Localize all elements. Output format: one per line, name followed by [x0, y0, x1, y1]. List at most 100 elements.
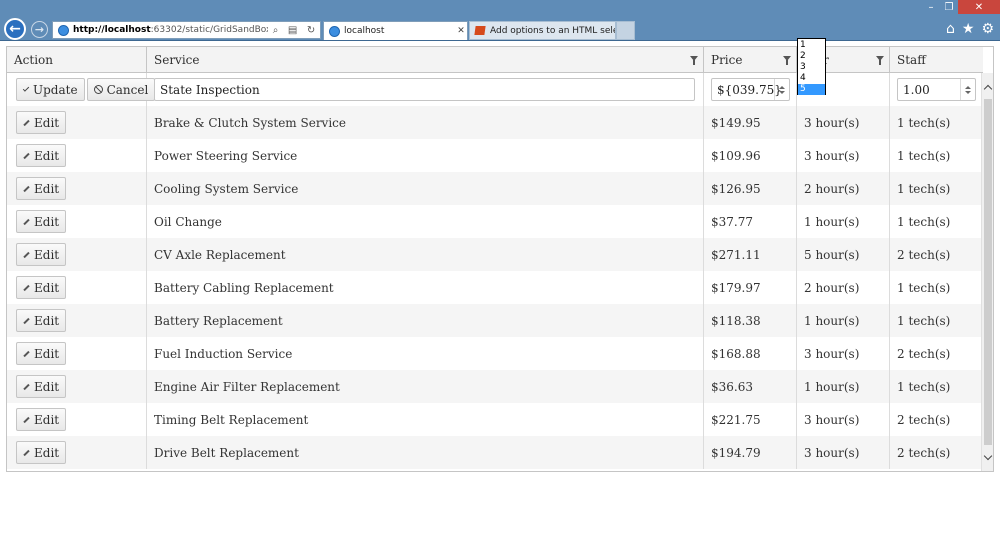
hour-cell: 1 hour(s): [797, 370, 890, 403]
column-header-service[interactable]: Service: [147, 47, 704, 73]
restore-button[interactable]: ❐: [940, 0, 958, 14]
edit-button[interactable]: Edit: [16, 375, 67, 398]
hour-option[interactable]: 5: [798, 84, 825, 95]
vertical-scrollbar[interactable]: [981, 73, 993, 471]
edit-label: Edit: [34, 148, 60, 163]
close-tab-icon[interactable]: ✕: [455, 26, 467, 36]
star-icon[interactable]: ★: [962, 21, 975, 37]
pencil-icon: [23, 383, 30, 390]
scroll-thumb[interactable]: [984, 99, 992, 445]
edit-button[interactable]: Edit: [16, 309, 67, 332]
service-cell: Battery Cabling Replacement: [147, 271, 704, 304]
table-row[interactable]: Edit Battery Cabling Replacement $179.97 2 …: [7, 271, 983, 304]
edit-button[interactable]: Edit: [16, 111, 67, 134]
pencil-icon: [23, 251, 30, 258]
column-label: Action: [14, 53, 53, 67]
table-row[interactable]: Edit Battery Replacement $118.38 1 hour(s) 1…: [7, 304, 983, 337]
table-row[interactable]: Edit Engine Air Filter Replacement $36.63 1…: [7, 370, 983, 403]
increase-icon[interactable]: [779, 85, 785, 89]
compat-view-icon[interactable]: ▤: [288, 25, 297, 36]
hour-option[interactable]: 4: [798, 73, 825, 84]
edit-label: Edit: [34, 214, 60, 229]
price-cell: $271.11: [704, 238, 797, 271]
pencil-icon: [23, 185, 30, 192]
staff-cell: 1 tech(s): [897, 379, 951, 394]
edit-button[interactable]: Edit: [16, 177, 67, 200]
table-row[interactable]: Edit Oil Change $37.77 1 hour(s) 1 tech(s): [7, 205, 983, 238]
table-row[interactable]: Edit Brake & Clutch System Service $149.95…: [7, 106, 983, 139]
action-cell: Update Cancel: [7, 73, 156, 106]
new-tab-button[interactable]: [616, 21, 635, 40]
decrease-icon[interactable]: [965, 90, 971, 94]
table-row[interactable]: Edit Drive Belt Replacement $194.79 3 hour(…: [7, 436, 983, 469]
edit-button[interactable]: Edit: [16, 342, 67, 365]
address-bar[interactable]: http://localhost:63302/static/GridSandBo…: [52, 21, 321, 39]
forward-button[interactable]: →: [31, 21, 48, 38]
price-cell: $37.77: [704, 205, 797, 238]
hour-cell: 5 hour(s): [797, 238, 890, 271]
gear-icon[interactable]: ⚙: [981, 21, 994, 37]
cancel-button[interactable]: Cancel: [86, 78, 156, 101]
hour-cell: 3 hour(s): [797, 436, 890, 469]
staff-cell: 1 tech(s): [897, 148, 951, 163]
edit-button[interactable]: Edit: [16, 276, 67, 299]
table-row[interactable]: Edit Power Steering Service $109.96 3 hour(…: [7, 139, 983, 172]
update-button[interactable]: Update: [16, 78, 85, 101]
staff-cell: 1 tech(s): [897, 115, 951, 130]
url-text[interactable]: http://localhost:63302/static/GridSandBo…: [73, 25, 268, 35]
action-cell: Edit: [7, 436, 147, 469]
service-cell: Cooling System Service: [147, 172, 704, 205]
edit-button[interactable]: Edit: [16, 441, 67, 464]
arrow-left-icon: ←: [9, 21, 21, 37]
chevron-up-icon: [983, 84, 993, 93]
browser-toolbar: ⌂ ★ ⚙: [946, 21, 994, 37]
staff-spinner[interactable]: [960, 79, 975, 100]
table-row[interactable]: Edit CV Axle Replacement $271.11 5 hour(s) 2…: [7, 238, 983, 271]
stackoverflow-icon: [474, 26, 486, 35]
edit-button[interactable]: Edit: [16, 210, 67, 233]
hour-option[interactable]: 3: [798, 62, 825, 73]
tab-label: localhost: [344, 26, 385, 36]
pencil-icon: [23, 119, 30, 126]
tab-localhost[interactable]: localhost ✕: [323, 21, 468, 40]
filter-icon[interactable]: [690, 56, 698, 65]
tab-add-options[interactable]: Add options to an HTML selec...: [469, 21, 616, 40]
address-bar-icons: ⌕ ▤ ↻: [268, 25, 320, 36]
edit-label: Edit: [34, 445, 60, 460]
action-cell: Edit: [7, 139, 147, 172]
staff-input[interactable]: 1.00: [897, 78, 976, 101]
scroll-up-button[interactable]: [982, 79, 993, 95]
refresh-icon[interactable]: ↻: [307, 25, 315, 36]
edit-button[interactable]: Edit: [16, 243, 67, 266]
back-button[interactable]: ←: [4, 18, 26, 40]
hour-option[interactable]: 1: [798, 40, 825, 51]
service-cell: Oil Change: [147, 205, 704, 238]
service-cell: Power Steering Service: [147, 139, 704, 172]
service-cell: Drive Belt Replacement: [147, 436, 704, 469]
price-spinner[interactable]: [774, 79, 789, 100]
close-window-button[interactable]: ✕: [958, 0, 1000, 14]
scroll-down-button[interactable]: [982, 449, 993, 465]
table-row[interactable]: Edit Timing Belt Replacement $221.75 3 hour…: [7, 403, 983, 436]
action-cell: Edit: [7, 238, 147, 271]
action-cell: Edit: [7, 205, 147, 238]
price-input[interactable]: ${039.75}: [711, 78, 790, 101]
service-input[interactable]: State Inspection: [154, 78, 695, 101]
home-icon[interactable]: ⌂: [946, 21, 955, 37]
column-header-price[interactable]: Price: [704, 47, 797, 73]
filter-icon[interactable]: [783, 56, 791, 65]
edit-button[interactable]: Edit: [16, 408, 67, 431]
hour-select-list[interactable]: 12345: [797, 38, 826, 95]
action-cell: Edit: [7, 337, 147, 370]
table-row[interactable]: Edit Fuel Induction Service $168.88 3 hour(…: [7, 337, 983, 370]
minimize-button[interactable]: –: [922, 0, 940, 14]
url-host: http://localhost: [73, 25, 151, 35]
decrease-icon[interactable]: [779, 90, 785, 94]
filter-icon[interactable]: [876, 56, 884, 65]
hour-option[interactable]: 2: [798, 51, 825, 62]
staff-cell: 1 tech(s): [897, 280, 951, 295]
search-icon[interactable]: ⌕: [273, 25, 279, 36]
table-row[interactable]: Edit Cooling System Service $126.95 2 hour(…: [7, 172, 983, 205]
edit-button[interactable]: Edit: [16, 144, 67, 167]
increase-icon[interactable]: [965, 85, 971, 89]
